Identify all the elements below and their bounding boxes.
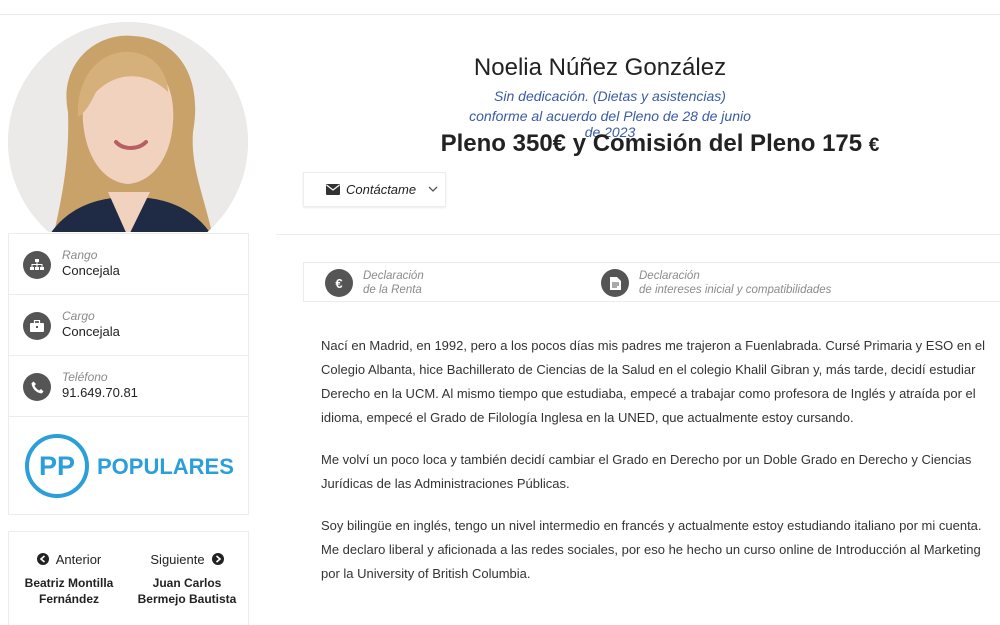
populares-logo: PP POPULARES (25, 434, 234, 498)
profile-photo (8, 22, 248, 262)
declaration-intereses-link[interactable]: Declaración de intereses inicial y compa… (601, 269, 831, 297)
previous-name-line1: Beatriz Montilla (24, 576, 114, 590)
dedication-text: Sin dedicación. (Dietas y asistencias) (494, 88, 726, 104)
bio-paragraph: Soy bilingüe en inglés, tengo un nivel i… (321, 518, 982, 581)
rango-value: Concejala (62, 263, 120, 278)
section-divider (276, 234, 1000, 235)
salary-text: Pleno 350€ y Comisión del Pleno 175 € (380, 130, 940, 158)
telefono-value[interactable]: 91.649.70.81 (62, 385, 138, 400)
salary-amount: Pleno 350€ y Comisión del Pleno 175 (440, 130, 863, 157)
profile-navigation: Anterior Beatriz Montilla Fernández Sigu… (8, 531, 249, 625)
contact-button[interactable]: Contáctame (303, 172, 446, 207)
phone-icon (23, 373, 51, 401)
declaration-renta-line1: Declaración (363, 270, 424, 282)
next-name-line1: Juan Carlos (152, 576, 222, 590)
declaration-renta-line2: de la Renta (363, 284, 422, 296)
info-row-telefono: Teléfono 91.649.70.81 (9, 356, 248, 417)
declaration-intereses-line2: de intereses inicial y compatibilidades (639, 284, 832, 296)
top-divider (0, 14, 1000, 15)
svg-text:PP: PP (39, 451, 75, 481)
info-row-rango: Rango Concejala (9, 234, 248, 295)
previous-label: Anterior (55, 551, 102, 567)
next-name-line2: Bermejo Bautista (137, 592, 237, 606)
declaration-intereses-line1: Declaración (639, 270, 700, 282)
next-label: Siguiente (150, 551, 205, 567)
chevron-down-icon (428, 186, 438, 192)
euro-icon: € (325, 269, 353, 297)
briefcase-icon (23, 312, 51, 340)
document-icon (601, 269, 629, 297)
rango-label: Rango (62, 248, 98, 262)
declaration-renta-link[interactable]: € Declaración de la Renta (325, 269, 424, 297)
cargo-label: Cargo (62, 309, 95, 323)
telefono-label: Teléfono (62, 370, 108, 384)
next-profile-link[interactable]: Siguiente Juan Carlos Bermejo Bautista (127, 551, 247, 607)
previous-profile-link[interactable]: Anterior Beatriz Montilla Fernández (9, 551, 129, 607)
bio-paragraph: Me volví un poco loca y también decidí c… (321, 452, 972, 491)
sitemap-icon (23, 251, 51, 279)
arrow-left-icon (36, 553, 49, 565)
previous-name-line2: Fernández (38, 592, 99, 606)
info-card: Rango Concejala Cargo Concejala Teléfono… (8, 233, 249, 515)
cargo-value: Concejala (62, 324, 120, 339)
info-row-cargo: Cargo Concejala (9, 295, 248, 356)
declarations-bar: € Declaración de la Renta Declaración de… (303, 262, 1000, 302)
page-title: Noelia Núñez González (473, 54, 727, 81)
svg-text:POPULARES: POPULARES (97, 454, 234, 479)
portrait-image (8, 22, 248, 262)
contact-button-label: Contáctame (346, 182, 417, 197)
biography: Nací en Madrid, en 1992, pero a los poco… (321, 334, 996, 604)
salary-currency: € (868, 135, 880, 156)
envelope-icon (326, 184, 340, 195)
arrow-right-icon (211, 553, 224, 565)
party-logo[interactable]: PP POPULARES (9, 418, 248, 514)
bio-paragraph: Nací en Madrid, en 1992, pero a los poco… (321, 338, 986, 425)
